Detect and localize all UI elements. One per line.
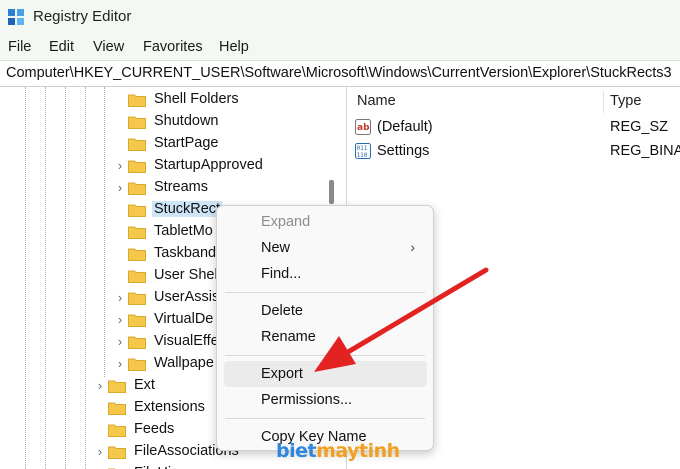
column-divider[interactable] [603, 91, 604, 113]
tree-item-label: Streams [154, 179, 208, 195]
chevron-right-icon[interactable]: › [114, 291, 126, 305]
tree-item[interactable]: ›FileHis [0, 463, 322, 469]
menu-separator [225, 292, 425, 293]
tree-item[interactable]: Shutdown [0, 111, 322, 133]
menu-item-permissions[interactable]: Permissions... [224, 387, 427, 413]
chevron-right-icon[interactable]: › [114, 357, 126, 371]
folder-icon [108, 380, 126, 393]
folder-icon [128, 248, 146, 261]
chevron-right-icon[interactable]: › [94, 379, 106, 393]
menu-bar: File Edit View Favorites Help [0, 36, 680, 60]
column-header-name[interactable]: Name [357, 93, 396, 109]
menu-item-new[interactable]: New › [224, 235, 427, 261]
menu-item-expand[interactable]: Expand [224, 209, 427, 235]
value-name: (Default) [377, 119, 433, 135]
folder-icon [128, 314, 146, 327]
menu-item-export[interactable]: Export [224, 361, 427, 387]
value-name: Settings [377, 143, 430, 159]
tree-scroll-thumb[interactable] [329, 180, 334, 204]
menu-item-rename[interactable]: Rename [224, 324, 427, 350]
watermark-logo: bietmaytinh [276, 440, 400, 462]
chevron-right-icon[interactable]: › [114, 181, 126, 195]
chevron-right-icon[interactable]: › [114, 335, 126, 349]
chevron-right-icon: › [410, 239, 415, 255]
folder-icon [128, 292, 146, 305]
tree-item[interactable]: Shell Folders [0, 89, 322, 111]
folder-icon [128, 138, 146, 151]
tree-item-label: VisualEffe [154, 333, 219, 349]
tree-item-label: Extensions [134, 399, 205, 415]
menu-help[interactable]: Help [219, 39, 249, 55]
chevron-right-icon[interactable]: › [94, 445, 106, 459]
folder-icon [128, 226, 146, 239]
tree-item[interactable]: › Streams [0, 177, 322, 199]
folder-icon [128, 336, 146, 349]
address-path[interactable]: Computer\HKEY_CURRENT_USER\Software\Micr… [6, 65, 672, 81]
folder-icon [128, 116, 146, 129]
tree-item-label: TabletMo [154, 223, 213, 239]
window-title: Registry Editor [33, 8, 132, 25]
menu-view[interactable]: View [93, 39, 124, 55]
chevron-right-icon[interactable]: › [114, 313, 126, 327]
folder-icon [108, 402, 126, 415]
value-row[interactable]: ab (Default) REG_SZ [347, 116, 680, 138]
folder-icon [128, 182, 146, 195]
tree-item-label: Ext [134, 377, 155, 393]
folder-icon [108, 424, 126, 437]
chevron-right-icon[interactable]: › [114, 159, 126, 173]
string-value-icon: ab [355, 119, 371, 135]
folder-icon [108, 446, 126, 459]
folder-icon [128, 270, 146, 283]
folder-icon [128, 204, 146, 217]
tree-item-label: VirtualDe [154, 311, 214, 327]
menu-item-delete[interactable]: Delete [224, 298, 427, 324]
tree-item-label: Taskband [154, 245, 217, 261]
value-row[interactable]: 011 110 Settings REG_BINAR [347, 140, 680, 162]
tree-item[interactable]: › StartupApproved [0, 155, 322, 177]
tree-item-label: Shell Folders [154, 91, 239, 107]
svg-text:ab: ab [357, 123, 370, 133]
menu-item-find[interactable]: Find... [224, 261, 427, 287]
tree-item-label: StartPage [154, 135, 219, 151]
menu-separator [225, 418, 425, 419]
column-header-type[interactable]: Type [610, 93, 641, 109]
title-bar: Registry Editor [0, 0, 680, 36]
svg-text:110: 110 [357, 152, 368, 159]
tree-item-label: FileHis [134, 465, 178, 469]
context-menu: Expand New › Find... Delete Rename Expor… [216, 205, 434, 451]
tree-item-label: Feeds [134, 421, 175, 437]
folder-icon [128, 358, 146, 371]
value-type: REG_SZ [610, 119, 669, 135]
menu-separator [225, 355, 425, 356]
address-bar[interactable]: Computer\HKEY_CURRENT_USER\Software\Micr… [0, 60, 680, 87]
menu-favorites[interactable]: Favorites [143, 39, 203, 55]
tree-item-label: Shutdown [154, 113, 219, 129]
value-type: REG_BINAR [610, 143, 680, 159]
menu-file[interactable]: File [8, 39, 31, 55]
folder-icon [128, 94, 146, 107]
tree-item-label: StartupApproved [154, 157, 263, 173]
tree-item-label: StuckRect [152, 201, 223, 217]
tree-item-label: User Shel [154, 267, 218, 283]
binary-value-icon: 011 110 [355, 143, 371, 159]
tree-item-label: Wallpape [154, 355, 214, 371]
tree-item-label: UserAssis [154, 289, 220, 305]
folder-icon [128, 160, 146, 173]
svg-text:011: 011 [357, 145, 368, 152]
tree-item[interactable]: StartPage [0, 133, 322, 155]
menu-edit[interactable]: Edit [49, 39, 74, 55]
registry-editor-icon [8, 9, 24, 25]
